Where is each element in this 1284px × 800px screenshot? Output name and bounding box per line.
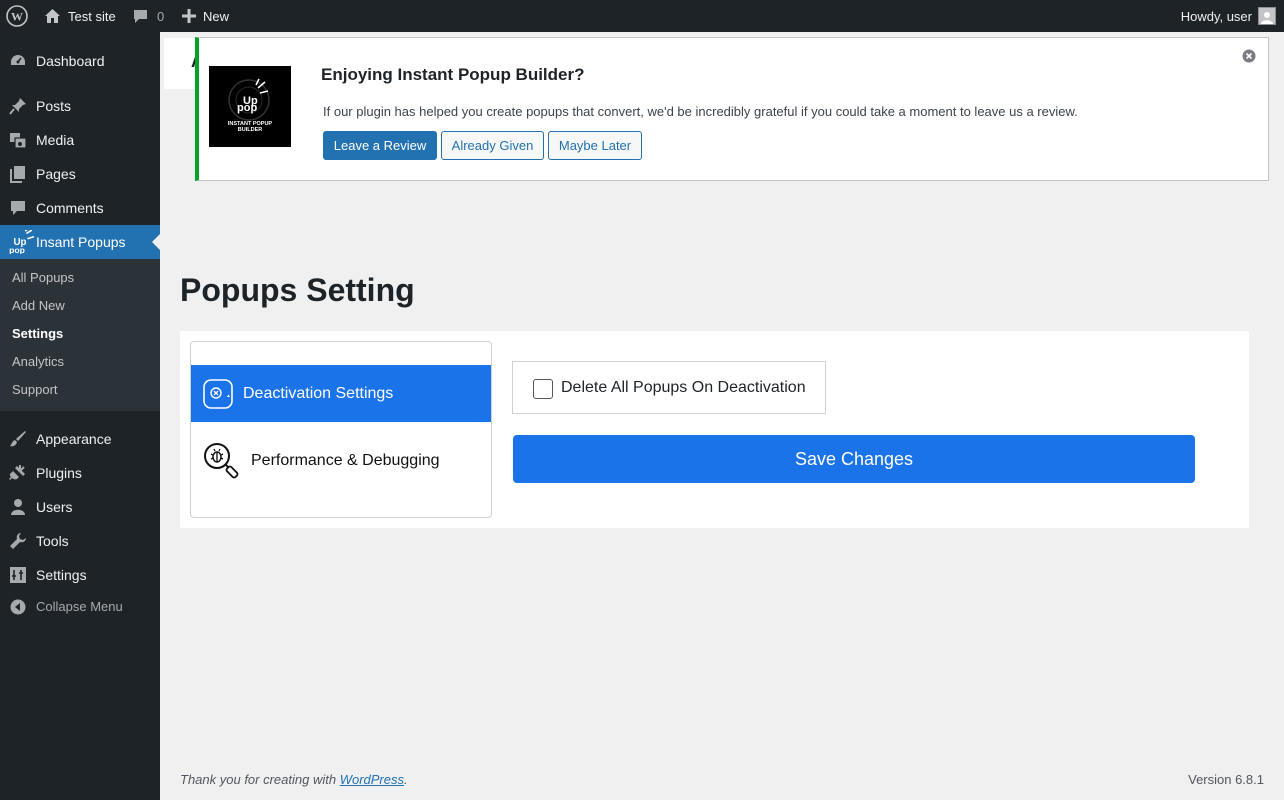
wrench-icon [10,533,26,549]
sidebar-item-label: Posts [36,98,72,114]
sidebar-item-label: Media [36,132,75,148]
delete-popups-option: Delete All Popups On Deactivation [512,361,826,414]
sidebar-item-users[interactable]: Users [0,490,160,524]
home-icon [45,9,60,23]
tab-label: Performance & Debugging [251,451,440,469]
tab-deactivation-settings[interactable]: Deactivation Settings [191,365,491,422]
sidebar-item-plugins[interactable]: Plugins [0,456,160,490]
tab-label: Deactivation Settings [243,384,394,402]
svg-text:pop: pop [9,245,25,254]
footer-thanks-suffix: . [404,772,408,787]
sidebar-item-media[interactable]: Media [0,123,160,157]
sidebar-item-label: Settings [36,567,87,583]
sidebar-item-label: Comments [36,200,104,216]
sidebar-item-label: Insant Popups [36,234,126,250]
notice-text: If our plugin has helped you create popu… [323,104,1078,119]
bug-search-icon [204,442,239,478]
sidebar-item-label: Plugins [36,465,82,481]
page-title: Popups Setting [180,272,415,308]
comments-link[interactable]: 0 [133,0,164,32]
sidebar-item-label: Tools [36,533,69,549]
plug-icon [9,465,25,480]
media-icon [10,133,27,149]
comment-icon [134,9,147,23]
sidebar-item-label: Pages [36,166,76,182]
settings-tabs: Deactivation Settings Performance & Debu… [190,341,492,518]
collapse-menu-button[interactable]: Collapse Menu [0,595,160,619]
plugin-logo: Up pop INSTANT POPUP BUILDER [209,66,291,147]
howdy-label: Howdy, user [1180,8,1252,24]
settings-panel: Deactivation Settings Performance & Debu… [180,331,1249,528]
sidebar-item-comments[interactable]: Comments [0,191,160,225]
submenu-settings[interactable]: Settings [12,326,63,341]
admin-bar: W Test site 0 New Howdy, user [0,0,1284,32]
site-name-link[interactable]: Test site [44,0,116,32]
logo-caption-2: BUILDER [238,127,262,133]
already-given-button[interactable]: Already Given [441,131,544,160]
dashboard-icon [11,55,25,65]
sidebar-item-tools[interactable]: Tools [0,524,160,558]
comments-count: 0 [157,8,165,24]
brush-icon [10,431,26,447]
sidebar-item-posts[interactable]: Posts [0,89,160,123]
avatar [1258,7,1276,25]
wordpress-link[interactable]: WordPress [340,772,404,787]
collapse-arrow-icon [10,599,26,615]
footer-thanks: Thank you for creating with WordPress. [180,772,408,787]
footer-version: Version 6.8.1 [1188,772,1264,787]
admin-sidebar: Dashboard Posts Media Pages Comments Up p… [0,32,160,800]
user-icon [11,499,25,515]
maybe-later-button[interactable]: Maybe Later [548,131,642,160]
site-name-label: Test site [68,8,116,24]
tab-performance-debugging[interactable]: Performance & Debugging [191,432,491,489]
popups-submenu: All Popups Add New Settings Analytics Su… [0,259,160,411]
submenu-analytics[interactable]: Analytics [12,354,64,369]
footer-thanks-prefix: Thank you for creating with [180,772,340,787]
submenu-add-new[interactable]: Add New [12,298,65,313]
wordpress-logo-icon[interactable]: W [6,0,28,32]
collapse-menu-label: Collapse Menu [36,599,123,614]
sidebar-item-pages[interactable]: Pages [0,157,160,191]
sidebar-item-dashboard[interactable]: Dashboard [0,44,160,78]
dismiss-notice-icon[interactable] [1242,49,1256,63]
svg-text:W: W [11,10,23,24]
save-changes-button[interactable]: Save Changes [513,435,1195,483]
delete-popups-label[interactable]: Delete All Popups On Deactivation [561,379,806,397]
plus-icon [182,9,196,23]
settings-icon [10,567,26,583]
sidebar-item-settings[interactable]: Settings [0,558,160,592]
logo-text-pop: pop [237,102,257,114]
leave-review-button[interactable]: Leave a Review [323,131,437,160]
review-notice: Up pop INSTANT POPUP BUILDER Enjoying In… [195,37,1269,181]
pin-icon [9,98,26,115]
sidebar-item-label: Dashboard [36,53,105,69]
new-content-link[interactable]: New [182,0,229,32]
deactivation-icon [203,378,233,409]
pages-icon [10,166,25,183]
uppop-icon: Uppop [9,230,35,254]
account-menu[interactable]: Howdy, user [1181,0,1276,32]
sidebar-item-label: Appearance [36,431,112,447]
submenu-all-popups[interactable]: All Popups [12,270,74,285]
submenu-support[interactable]: Support [12,382,58,397]
sidebar-item-insant-popups[interactable]: Up pop Insant Popups [0,225,160,259]
delete-popups-checkbox[interactable] [533,379,553,399]
notice-title: Enjoying Instant Popup Builder? [321,65,585,84]
comment-icon [11,201,25,215]
sidebar-item-appearance[interactable]: Appearance [0,422,160,456]
new-label: New [203,8,230,24]
sidebar-item-label: Users [36,499,73,515]
